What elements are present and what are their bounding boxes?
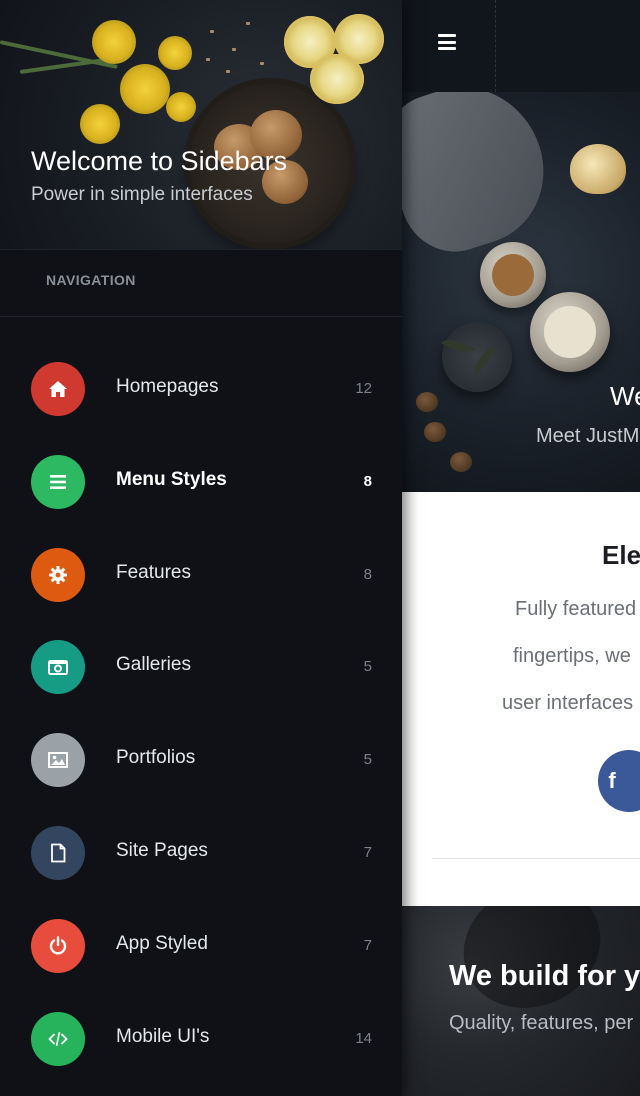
sidebar-item-menu-styles[interactable]: Menu Styles 8 — [0, 435, 402, 528]
sidebar-item-count: 5 — [363, 751, 372, 769]
crumb-decoration — [210, 30, 214, 33]
hero-title: We — [610, 381, 640, 411]
footer-title: We build for yo — [449, 960, 640, 992]
card-divider — [432, 858, 640, 859]
app-screen: We Meet JustM Ele Fully featured fingert… — [0, 0, 640, 1096]
sidebar-item-label: Mobile UI's — [116, 1025, 210, 1047]
nav-heading: NAVIGATION — [46, 272, 136, 288]
sidebar-item-label: App Styled — [116, 932, 208, 954]
card-text-line: fingertips, we — [513, 645, 631, 667]
gear-icon — [31, 547, 85, 602]
crumb-decoration — [206, 58, 210, 61]
sidebar-item-site-pages[interactable]: Site Pages 7 — [0, 806, 402, 899]
nav-list: Homepages 12 Menu Styles 8 Features 8 Ga… — [0, 342, 402, 1084]
sidebar-item-homepages[interactable]: Homepages 12 — [0, 342, 402, 435]
sidebar-item-mobile-uis[interactable]: Mobile UI's 14 — [0, 992, 402, 1085]
top-bar — [402, 0, 640, 92]
lemon-decoration — [310, 54, 364, 104]
sidebar-item-label: Portfolios — [116, 747, 196, 769]
file-icon — [31, 825, 85, 880]
sidebar-header: Welcome to Sidebars Power in simple inte… — [0, 0, 402, 250]
hamburger-menu-icon[interactable] — [438, 34, 460, 56]
sidebar-item-label: Menu Styles — [116, 468, 227, 490]
nav-divider — [0, 316, 402, 317]
main-page: We Meet JustM Ele Fully featured fingert… — [402, 0, 640, 1096]
flower-decoration — [92, 20, 136, 64]
camera-icon — [31, 640, 85, 695]
sidebar-item-app-styled[interactable]: App Styled 7 — [0, 899, 402, 992]
sidebar-item-label: Homepages — [116, 376, 219, 397]
power-icon — [31, 918, 85, 973]
menu-icon — [31, 454, 85, 509]
crumb-decoration — [246, 22, 250, 25]
sidebar-item-portfolios[interactable]: Portfolios 5 — [0, 713, 402, 806]
footer-subtitle: Quality, features, per — [449, 1012, 634, 1034]
flower-decoration — [80, 104, 120, 144]
crumb-decoration — [226, 70, 230, 73]
crumb-decoration — [260, 62, 264, 65]
code-icon — [31, 1011, 85, 1066]
sidebar-item-label: Galleries — [116, 654, 191, 676]
facebook-button[interactable]: f — [598, 750, 640, 812]
hero-subtitle: Meet JustM — [536, 425, 640, 447]
nut-decoration — [424, 422, 446, 442]
sidebar-item-count: 14 — [355, 1029, 372, 1047]
image-icon — [31, 733, 85, 788]
bowl-decoration — [442, 322, 512, 392]
sidebar-item-galleries[interactable]: Galleries 5 — [0, 620, 402, 713]
feature-card: Ele Fully featured fingertips, we user i… — [402, 492, 640, 906]
home-icon — [31, 362, 85, 416]
card-text-line: Fully featured — [515, 598, 637, 620]
flower-decoration — [158, 36, 192, 70]
card-text-line: user interfaces — [502, 692, 634, 714]
crumb-decoration — [232, 48, 236, 51]
sidebar: Welcome to Sidebars Power in simple inte… — [0, 0, 402, 1096]
nut-decoration — [450, 452, 472, 472]
facebook-icon: f — [608, 768, 616, 793]
card-title: Ele — [602, 540, 640, 570]
sidebar-title: Welcome to Sidebars — [31, 146, 288, 176]
sidebar-item-label: Site Pages — [116, 839, 208, 861]
sidebar-item-count: 8 — [363, 472, 372, 490]
sidebar-item-features[interactable]: Features 8 — [0, 528, 402, 621]
header-divider — [495, 0, 496, 92]
sidebar-item-count: 8 — [363, 565, 372, 583]
sidebar-item-label: Features — [116, 561, 191, 583]
bowl-decoration — [480, 242, 546, 308]
sidebar-item-count: 5 — [363, 658, 372, 676]
footer-banner: We build for yo Quality, features, per — [402, 906, 640, 1096]
bowl-decoration — [530, 292, 610, 372]
sidebar-item-count: 12 — [355, 380, 372, 397]
cloth-decoration — [402, 92, 564, 266]
flower-decoration — [166, 92, 196, 122]
nut-decoration — [416, 392, 438, 412]
hero-banner: We Meet JustM — [402, 92, 640, 492]
sidebar-subtitle: Power in simple interfaces — [31, 184, 253, 205]
sidebar-item-count: 7 — [363, 936, 372, 954]
flower-decoration — [120, 64, 170, 114]
sidebar-item-count: 7 — [363, 843, 372, 861]
pear-decoration — [570, 144, 626, 194]
